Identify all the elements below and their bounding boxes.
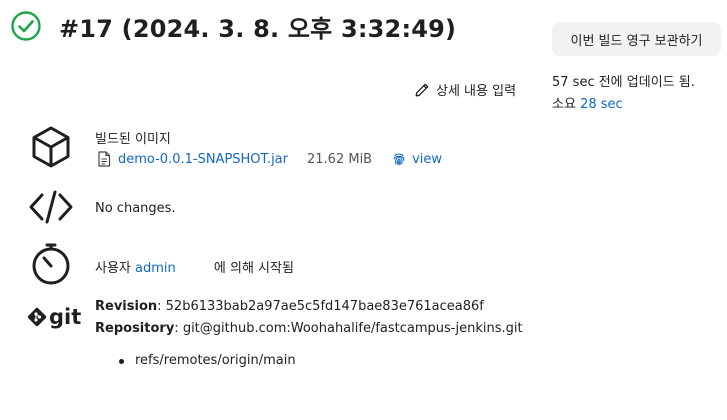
updated-text: 57 sec 전에 업데이드 됨. [552,75,695,90]
duration-link[interactable]: 28 sec [580,97,623,112]
artifact-item: demo-0.0.1-SNAPSHOT.jar 21.62 MiB view [97,151,442,167]
revision-hash: 52b6133bab2a97ae5c5fd147bae83e761acea86f [165,299,484,314]
artifact-view-link[interactable]: view [412,152,442,167]
file-icon [98,151,111,167]
package-icon [32,126,70,168]
revision-label: Revision [95,299,158,314]
started-by-suffix: 에 의해 시작됨 [213,261,294,276]
fingerprint-icon [393,153,405,166]
pencil-icon [415,83,429,96]
edit-description-label: 상세 내용 입력 [436,84,517,99]
artifact-size: 21.62 MiB [307,151,373,167]
build-info-panel: 57 sec 전에 업데이드 됨. 소요 28 sec [552,72,695,116]
duration-label: 소요 [552,97,576,112]
list-item: refs/remotes/origin/main [119,353,296,368]
revision-sep: : [157,299,166,314]
no-changes-text: No changes. [95,201,176,216]
page-title: #17 (2024. 3. 8. 오후 3:32:49) [59,15,457,43]
git-logo-icon [27,307,47,327]
edit-description-link[interactable]: 상세 내용 입력 [414,80,516,99]
git-info: Revision: 52b6133bab2a97ae5c5fd147bae83e… [95,296,523,340]
repository-url: git@github.com:Woohahalife/fastcampus-je… [182,321,523,336]
artifact-file-link[interactable]: demo-0.0.1-SNAPSHOT.jar [118,152,288,167]
repository-sep: : [174,321,183,336]
timer-icon [32,243,70,285]
check-circle-icon [11,11,41,41]
git-logo-text: git [49,305,82,329]
keep-build-forever-button[interactable]: 이번 빌드 영구 보관하기 [552,22,721,56]
duration-line: 소요 28 sec [552,94,695,116]
bullet-icon [119,359,124,364]
started-by-text: 사용자 admin 에 의해 시작됨 [95,257,294,276]
revision-line: Revision: 52b6133bab2a97ae5c5fd147bae83e… [95,296,523,318]
git-logo: git [27,305,82,329]
artifacts-heading-link[interactable]: 빌드된 이미지 [95,128,171,147]
branch-name: refs/remotes/origin/main [135,353,296,368]
branch-list: refs/remotes/origin/main [119,353,296,368]
started-by-user-link[interactable]: admin [135,261,176,276]
repository-line: Repository: git@github.com:Woohahalife/f… [95,318,523,340]
repository-label: Repository [95,321,175,336]
code-icon [29,190,73,224]
started-by-prefix: 사용자 [95,261,131,276]
